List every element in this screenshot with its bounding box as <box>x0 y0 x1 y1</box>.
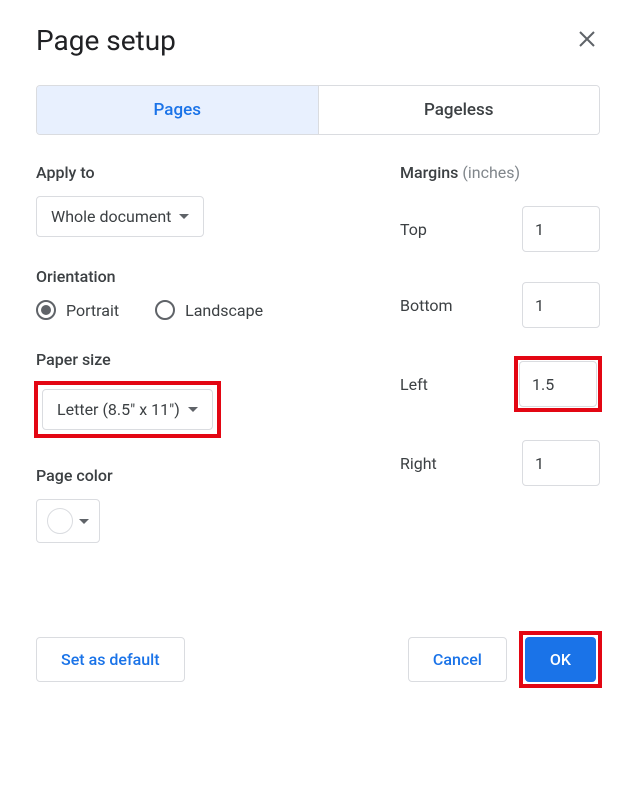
paper-size-dropdown[interactable]: Letter (8.5" x 11") <box>42 389 213 430</box>
tab-pageless[interactable]: Pageless <box>318 86 600 134</box>
ok-button[interactable]: OK <box>525 637 596 682</box>
set-default-button[interactable]: Set as default <box>36 637 185 682</box>
margins-heading: Margins (inches) <box>400 163 600 182</box>
tab-group: Pages Pageless <box>36 85 600 135</box>
radio-unchecked-icon <box>155 300 175 320</box>
orientation-label: Orientation <box>36 267 360 286</box>
margin-bottom-input[interactable] <box>522 282 600 328</box>
orientation-landscape-label: Landscape <box>185 301 263 320</box>
apply-to-value: Whole document <box>51 207 171 226</box>
margin-right-input[interactable] <box>522 440 600 486</box>
close-button[interactable] <box>574 26 600 56</box>
orientation-portrait-label: Portrait <box>66 301 119 320</box>
margin-top-input[interactable] <box>522 206 600 252</box>
dialog-title: Page setup <box>36 24 176 57</box>
paper-size-label: Paper size <box>36 350 360 369</box>
margin-top-label: Top <box>400 220 427 239</box>
ok-highlight: OK <box>521 633 600 686</box>
orientation-portrait-radio[interactable]: Portrait <box>36 300 119 320</box>
caret-down-icon <box>179 214 189 219</box>
margin-left-highlight <box>516 358 600 410</box>
apply-to-dropdown[interactable]: Whole document <box>36 196 204 237</box>
margins-label: Margins <box>400 163 458 182</box>
page-color-label: Page color <box>36 466 360 485</box>
tab-pages[interactable]: Pages <box>37 86 318 134</box>
color-swatch <box>47 508 73 534</box>
cancel-button[interactable]: Cancel <box>408 637 507 682</box>
apply-to-label: Apply to <box>36 163 360 182</box>
caret-down-icon <box>79 519 89 524</box>
paper-size-highlight: Letter (8.5" x 11") <box>36 383 219 436</box>
caret-down-icon <box>188 407 198 412</box>
margin-bottom-label: Bottom <box>400 296 453 315</box>
radio-checked-icon <box>36 300 56 320</box>
margin-right-label: Right <box>400 454 437 473</box>
margin-left-input[interactable] <box>519 361 597 407</box>
margins-unit: (inches) <box>462 163 520 182</box>
orientation-landscape-radio[interactable]: Landscape <box>155 300 263 320</box>
margin-left-label: Left <box>400 375 428 394</box>
paper-size-value: Letter (8.5" x 11") <box>57 400 180 419</box>
page-color-picker[interactable] <box>36 499 100 543</box>
close-icon <box>578 30 596 48</box>
